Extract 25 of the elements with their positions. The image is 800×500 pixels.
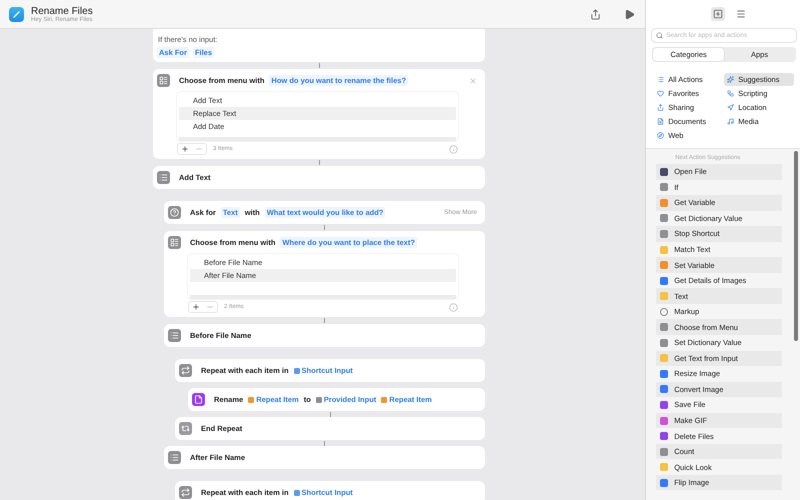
heart-icon	[657, 90, 664, 97]
list-icon	[168, 329, 181, 342]
compass-icon	[657, 132, 664, 139]
question-icon	[168, 206, 181, 219]
sparkle-icon	[727, 76, 734, 83]
repeat-icon	[179, 422, 192, 435]
window-title: Rename Files	[31, 6, 94, 16]
menu-icon	[157, 74, 170, 87]
file-icon	[192, 393, 205, 406]
plus-icon	[181, 145, 189, 153]
flow-icon	[727, 90, 734, 97]
menu-icon	[168, 236, 181, 249]
list-icon	[657, 76, 664, 83]
document-icon	[657, 118, 664, 125]
list-icon	[168, 451, 181, 464]
share-icon	[657, 104, 664, 111]
scrollbar[interactable]	[794, 151, 798, 341]
list-icon	[157, 171, 170, 184]
music-note-icon	[727, 118, 734, 125]
add-action-icon[interactable]	[710, 7, 725, 21]
shortcut-app-icon	[9, 6, 24, 22]
search-icon	[656, 32, 664, 39]
repeat-icon	[179, 364, 192, 377]
plus-icon	[192, 303, 200, 311]
location-arrow-icon	[727, 104, 734, 111]
